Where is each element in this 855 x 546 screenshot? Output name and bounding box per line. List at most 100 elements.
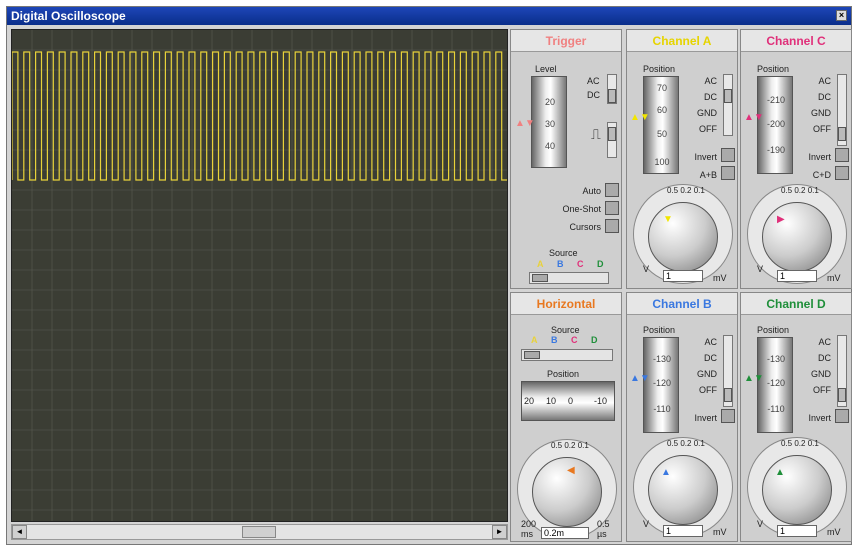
channel-b-coupling-switch[interactable] [723, 335, 733, 407]
channel-d-coupling-switch[interactable] [837, 335, 847, 407]
horizontal-source-b: B [551, 335, 558, 345]
trigger-level-label: Level [535, 64, 557, 74]
horizontal-source-c: C [571, 335, 578, 345]
channel-c-coupling-switch[interactable] [837, 74, 847, 146]
channel-d-invert-button[interactable] [835, 409, 849, 423]
channel-a-panel: Channel A Position 70 60 50 100 ▲▼ AC DC… [626, 29, 738, 289]
channel-b-position-strip[interactable]: -130 -120 -110 [643, 337, 679, 433]
scroll-thumb[interactable] [242, 526, 276, 538]
trigger-auto-button[interactable] [605, 183, 619, 197]
channel-c-title: Channel C [741, 30, 851, 52]
trigger-coupling-switch[interactable] [607, 74, 617, 104]
channel-b-scale-right: mV [713, 527, 727, 537]
horizontal-scrollbar[interactable]: ◄ ► [11, 524, 508, 540]
horizontal-tick: 10 [546, 396, 557, 406]
horizontal-source-d: D [591, 335, 598, 345]
channel-c-scale-left: V [757, 264, 764, 274]
trigger-auto-label: Auto [582, 186, 601, 196]
channel-a-mode-off: OFF [699, 124, 717, 134]
horizontal-source-slider[interactable] [521, 349, 613, 361]
channel-c-combine-button[interactable] [835, 166, 849, 180]
channel-a-mode-gnd: GND [697, 108, 717, 118]
channel-c-scale-knob[interactable] [762, 202, 832, 272]
horizontal-tick: -10 [594, 396, 608, 406]
channel-b-mode-off: OFF [699, 385, 717, 395]
channel-b-scale-knob[interactable] [648, 455, 718, 525]
close-button[interactable]: × [836, 10, 847, 21]
channel-d-value-field[interactable]: 1 [777, 525, 817, 537]
channel-c-mode-off: OFF [813, 124, 831, 134]
channel-d-position-marker-icon: ▲▼ [744, 373, 764, 384]
horizontal-knob-pointer-icon: ◀ [567, 465, 575, 476]
channel-d-invert-label: Invert [808, 413, 831, 423]
channel-b-value-field[interactable]: 1 [663, 525, 703, 537]
channel-c-tick: -210 [766, 95, 785, 105]
trigger-edge-switch[interactable] [607, 122, 617, 158]
horizontal-value-field[interactable]: 0.2m [541, 527, 589, 539]
channel-a-scale-left: V [643, 264, 650, 274]
trigger-ac-label: AC [587, 76, 600, 86]
trigger-oneshot-button[interactable] [605, 201, 619, 215]
trigger-source-label: Source [549, 248, 578, 258]
channel-a-coupling-switch[interactable] [723, 74, 733, 136]
channel-d-tick: -110 [767, 404, 785, 414]
trigger-tick: 30 [544, 119, 555, 129]
horizontal-left-top: 200 [521, 519, 537, 529]
horizontal-scale-right: µs [597, 529, 607, 539]
channel-b-invert-button[interactable] [721, 409, 735, 423]
channel-a-combine-button[interactable] [721, 166, 735, 180]
channel-a-tick: 60 [656, 105, 667, 115]
horizontal-dial-top: 0.5 0.2 0.1 [551, 441, 589, 450]
horizontal-source-label: Source [551, 325, 580, 335]
channel-d-position-label: Position [757, 325, 790, 335]
scroll-left-button[interactable]: ◄ [12, 525, 27, 539]
trigger-source-b: B [557, 259, 564, 269]
trigger-tick: 40 [544, 141, 555, 151]
channel-d-dial-top: 0.5 0.2 0.1 [781, 439, 819, 448]
channel-b-mode-ac: AC [704, 337, 717, 347]
channel-b-tick: -110 [653, 404, 671, 414]
channel-c-invert-button[interactable] [835, 148, 849, 162]
channel-c-value-field[interactable]: 1 [777, 270, 817, 282]
channel-c-position-strip[interactable]: -210 -200 -190 [757, 76, 793, 174]
trigger-panel: Trigger Level 20 30 40 ▲▼ AC DC ⎍ Auto O… [510, 29, 622, 289]
channel-a-position-strip[interactable]: 70 60 50 100 [643, 76, 679, 174]
channel-a-tick: 100 [654, 157, 670, 167]
trigger-cursors-button[interactable] [605, 219, 619, 233]
channel-d-title: Channel D [741, 293, 851, 315]
channel-b-panel: Channel B Position -130 -120 -110 ▲▼ AC … [626, 292, 738, 542]
channel-d-tick: -120 [766, 378, 785, 388]
channel-a-scale-knob[interactable] [648, 202, 718, 272]
channel-a-position-label: Position [643, 64, 676, 74]
channel-c-invert-label: Invert [808, 152, 831, 162]
channel-b-tick: -130 [652, 354, 671, 364]
channel-a-tick: 70 [656, 83, 667, 93]
horizontal-source-a: A [531, 335, 538, 345]
trigger-source-slider[interactable] [529, 272, 609, 284]
window-title: Digital Oscilloscope [11, 9, 126, 23]
horizontal-tick: 20 [524, 396, 535, 406]
channel-d-scale-knob[interactable] [762, 455, 832, 525]
trigger-cursors-label: Cursors [569, 222, 601, 232]
channel-a-invert-button[interactable] [721, 148, 735, 162]
channel-a-value-field[interactable]: 1 [663, 270, 703, 282]
channel-d-mode-off: OFF [813, 385, 831, 395]
trigger-level-strip[interactable]: 20 30 40 [531, 76, 567, 168]
trigger-source-a: A [537, 259, 544, 269]
channel-a-mode-dc: DC [704, 92, 717, 102]
scroll-right-button[interactable]: ► [492, 525, 507, 539]
trigger-tick: 20 [544, 97, 555, 107]
channel-a-mode-ac: AC [704, 76, 717, 86]
channel-c-position-label: Position [757, 64, 790, 74]
channel-c-position-marker-icon: ▲▼ [744, 112, 764, 123]
horizontal-position-strip[interactable]: 20 10 0 -10 [521, 381, 615, 421]
horizontal-scale-left: ms [521, 529, 533, 539]
trigger-source-c: C [577, 259, 584, 269]
trigger-dc-label: DC [587, 90, 600, 100]
horizontal-panel: Horizontal Source A B C D Position 20 10… [510, 292, 622, 542]
channel-c-knob-pointer-icon: ▶ [777, 214, 785, 225]
channel-d-position-strip[interactable]: -130 -120 -110 [757, 337, 793, 433]
channel-b-tick: -120 [652, 378, 671, 388]
channel-d-mode-gnd: GND [811, 369, 831, 379]
channel-d-knob-pointer-icon: ▲ [775, 467, 785, 478]
